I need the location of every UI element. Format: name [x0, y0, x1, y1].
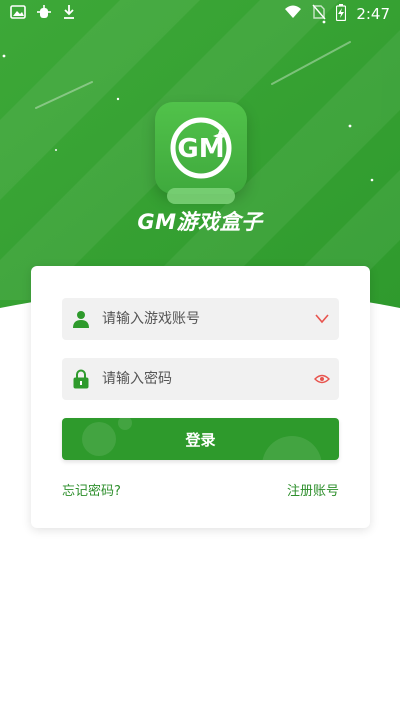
login-card: 登录 忘记密码? 注册账号: [31, 266, 370, 528]
logo-text: GM: [177, 134, 224, 164]
status-bar-right: 2:47: [284, 3, 390, 25]
register-link[interactable]: 注册账号: [287, 480, 339, 499]
status-time: 2:47: [356, 5, 390, 23]
password-field[interactable]: [62, 358, 339, 400]
wifi-icon: [284, 5, 302, 23]
download-icon: [62, 4, 76, 24]
forgot-password-link[interactable]: 忘记密码?: [62, 480, 121, 499]
image-icon: [10, 5, 26, 23]
button-bubble: [262, 436, 322, 460]
chevron-down-icon[interactable]: [305, 313, 339, 325]
login-button-label: 登录: [185, 430, 216, 449]
password-input[interactable]: [100, 370, 305, 388]
account-field[interactable]: [62, 298, 339, 340]
app-logo: GM: [155, 102, 247, 204]
app-title: GM游戏盒子: [137, 210, 263, 234]
eye-icon[interactable]: [305, 373, 339, 385]
no-sim-icon: [312, 4, 326, 24]
login-button[interactable]: 登录: [62, 418, 339, 460]
battery-charging-icon: [336, 3, 347, 25]
user-icon: [62, 310, 100, 328]
bug-icon: [36, 4, 52, 24]
status-bar: 2:47: [0, 0, 400, 28]
gm-logo-icon: GM: [170, 117, 232, 179]
button-bubble: [118, 418, 132, 430]
status-bar-left: [10, 4, 76, 24]
lock-icon: [62, 369, 100, 389]
button-bubble: [82, 422, 116, 456]
logo-shadow: [167, 188, 235, 204]
logo-box: GM: [155, 102, 247, 194]
account-input[interactable]: [100, 310, 305, 328]
